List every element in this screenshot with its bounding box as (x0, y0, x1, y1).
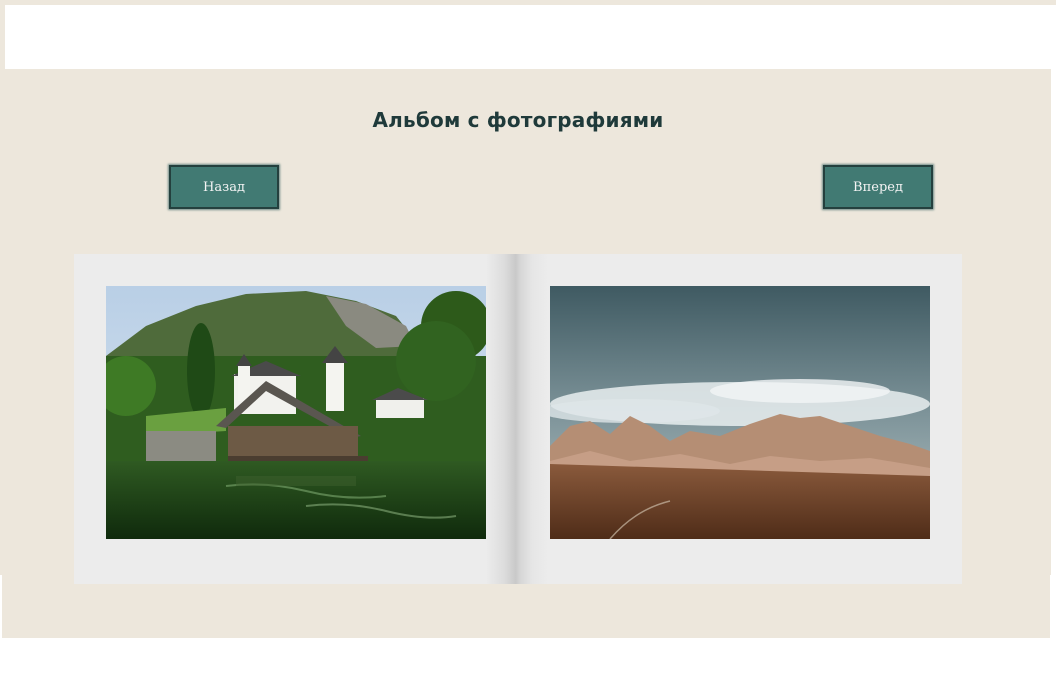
page-title: Альбом с фотографиями (372, 108, 664, 132)
header-bar (5, 5, 1051, 69)
next-button[interactable]: Вперед (823, 165, 933, 209)
lake-house-image (106, 286, 486, 539)
mountain-photo (550, 286, 930, 539)
back-button[interactable]: Назад (169, 165, 279, 209)
book-spine (486, 254, 548, 584)
lake-house-photo (106, 286, 486, 539)
album-stage-footer (2, 575, 1050, 638)
photo-book (74, 254, 962, 584)
mountain-image (550, 286, 930, 539)
